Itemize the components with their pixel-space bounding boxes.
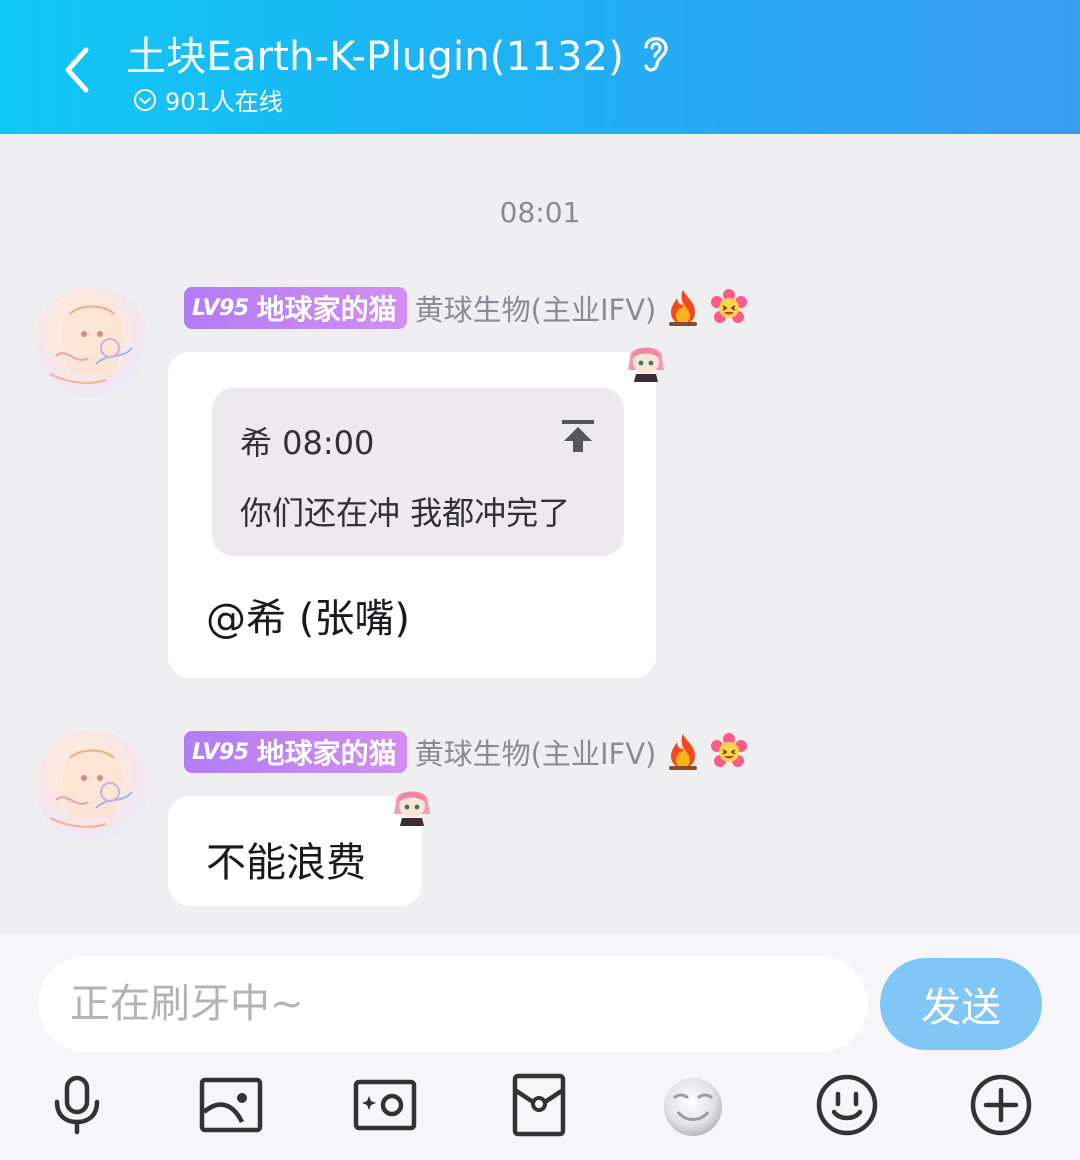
message-text: @希 (张嘴) [206, 596, 410, 642]
back-button[interactable] [48, 38, 104, 102]
chevron-left-icon [65, 47, 89, 93]
message-input[interactable] [38, 956, 868, 1052]
level-number: LV95 [192, 739, 249, 765]
sender-meta: LV95 地球家的猫 黄球生物(主业IFV) [184, 730, 748, 774]
flower-emoji-icon[interactable] [710, 288, 748, 328]
level-badge[interactable]: LV95 地球家的猫 [184, 287, 407, 329]
image-button[interactable] [198, 1072, 264, 1138]
message-bubble[interactable]: 希 08:00 你们还在冲 我都冲完了 @希 (张嘴) [168, 352, 656, 678]
flower-emoji-icon[interactable] [710, 732, 748, 772]
microphone-icon [54, 1075, 100, 1135]
online-check-icon [134, 88, 156, 111]
avatar[interactable] [36, 286, 148, 398]
interactive-emoji-icon [664, 1078, 722, 1136]
bubble-pendant-icon [390, 780, 434, 828]
quote-author-time: 希 08:00 [240, 424, 375, 462]
level-title: 地球家的猫 [256, 293, 397, 326]
level-title: 地球家的猫 [256, 737, 397, 770]
send-button[interactable]: 发送 [880, 958, 1042, 1050]
interactive-emoji-button[interactable] [660, 1072, 726, 1138]
message-list[interactable]: 08:01 LV95 地球家的猫 黄球生物(主业IFV) 希 08:00 你们还… [0, 134, 1080, 934]
message-bubble[interactable]: 不能浪费 [168, 796, 422, 906]
red-packet-button[interactable] [506, 1072, 572, 1138]
level-number: LV95 [192, 295, 249, 321]
input-area: 发送 [0, 934, 1080, 1160]
camera-icon [353, 1079, 417, 1131]
message-text: 不能浪费 [206, 840, 366, 886]
time-divider: 08:01 [499, 196, 581, 229]
group-title[interactable]: 土块Earth-K-Plugin(1132) [126, 24, 624, 82]
online-count: 901人在线 [165, 88, 283, 116]
quote-text: 你们还在冲 我都冲完了 [240, 494, 571, 532]
online-status: 901人在线 [133, 82, 283, 117]
image-icon [199, 1077, 263, 1133]
fire-icon[interactable] [664, 732, 702, 772]
red-packet-icon [512, 1073, 566, 1137]
jump-to-top-icon[interactable] [558, 416, 598, 456]
sender-nickname[interactable]: 黄球生物(主业IFV) [415, 287, 657, 329]
bubble-pendant-icon [624, 336, 668, 384]
emoji-icon [816, 1074, 878, 1136]
emoji-button[interactable] [814, 1072, 880, 1138]
avatar[interactable] [36, 730, 148, 842]
sender-meta: LV95 地球家的猫 黄球生物(主业IFV) [184, 286, 748, 330]
quoted-message[interactable]: 希 08:00 你们还在冲 我都冲完了 [212, 388, 624, 556]
microphone-button[interactable] [44, 1072, 110, 1138]
title-row[interactable]: 土块Earth-K-Plugin(1132) [126, 24, 678, 82]
fire-icon[interactable] [664, 288, 702, 328]
more-button[interactable] [968, 1072, 1034, 1138]
plus-icon [970, 1074, 1032, 1136]
ear-icon [638, 29, 678, 77]
chat-header: 土块Earth-K-Plugin(1132) 901人在线 [0, 0, 1080, 134]
sender-nickname[interactable]: 黄球生物(主业IFV) [415, 731, 657, 773]
level-badge[interactable]: LV95 地球家的猫 [184, 731, 407, 773]
camera-button[interactable] [352, 1072, 418, 1138]
